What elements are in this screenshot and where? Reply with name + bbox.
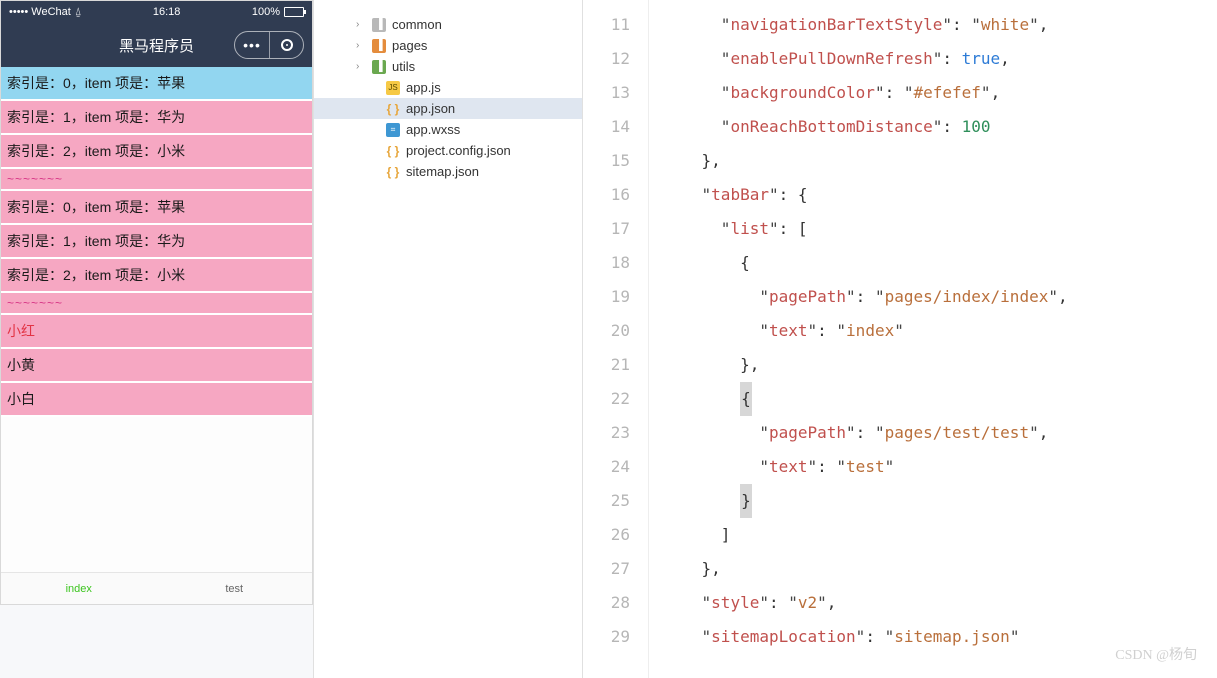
wxss-icon: ⌗ — [386, 123, 400, 137]
code-line[interactable]: ] — [663, 518, 1207, 552]
list-item: ~~~~~~~ — [1, 169, 312, 191]
simulator-pane: ••••• WeChat ⍙ 16:18 100% 黑马程序员 ••• 索引是：… — [0, 0, 313, 678]
code-line[interactable]: { — [663, 246, 1207, 280]
json-icon: { } — [386, 165, 400, 179]
line-number: 15 — [583, 144, 630, 178]
js-icon: JS — [386, 81, 400, 95]
file-sitemap.json[interactable]: { } sitemap.json — [314, 161, 582, 182]
tab-test[interactable]: test — [157, 573, 313, 604]
line-number: 14 — [583, 110, 630, 144]
list-item: ~~~~~~~ — [1, 293, 312, 315]
phone-frame: ••••• WeChat ⍙ 16:18 100% 黑马程序员 ••• 索引是：… — [0, 0, 313, 605]
file-app.js[interactable]: JS app.js — [314, 77, 582, 98]
chevron-right-icon: › — [356, 40, 366, 51]
capsule-close-icon[interactable] — [269, 32, 303, 58]
watermark: CSDN @杨旬 — [1115, 644, 1197, 664]
code-line[interactable]: }, — [663, 144, 1207, 178]
code-line[interactable]: "style": "v2", — [663, 586, 1207, 620]
line-number: 11 — [583, 8, 630, 42]
tab-bar: indextest — [1, 572, 312, 604]
chevron-right-icon: › — [356, 19, 366, 30]
tab-index[interactable]: index — [1, 573, 157, 604]
list-item: 小白 — [1, 383, 312, 417]
line-number: 23 — [583, 416, 630, 450]
line-number: 26 — [583, 518, 630, 552]
file-explorer[interactable]: › ▐ common › ▐ pages › ▐ utils JS app.js { } app.jso… — [313, 0, 583, 678]
code-line[interactable]: "backgroundColor": "#efefef", — [663, 76, 1207, 110]
folder-icon: ▐ — [372, 18, 386, 32]
json-icon: { } — [386, 102, 400, 116]
line-number: 20 — [583, 314, 630, 348]
file-utils[interactable]: › ▐ utils — [314, 56, 582, 77]
line-number: 19 — [583, 280, 630, 314]
list-item: 索引是：0，item 项是：苹果 — [1, 191, 312, 225]
code-line[interactable]: "tabBar": { — [663, 178, 1207, 212]
list-item: 索引是：0，item 项是：苹果 — [1, 67, 312, 101]
file-common[interactable]: › ▐ common — [314, 14, 582, 35]
list-item: 索引是：1，item 项是：华为 — [1, 225, 312, 259]
file-label: common — [392, 17, 442, 32]
list-item: 索引是：1，item 项是：华为 — [1, 101, 312, 135]
code-line[interactable]: "list": [ — [663, 212, 1207, 246]
capsule-menu-icon[interactable]: ••• — [235, 32, 269, 58]
list-item: 小红 — [1, 315, 312, 349]
nav-title: 黑马程序员 — [119, 35, 194, 56]
page-body: 索引是：0，item 项是：苹果索引是：1，item 项是：华为索引是：2，it… — [1, 67, 312, 572]
file-pages[interactable]: › ▐ pages — [314, 35, 582, 56]
file-label: utils — [392, 59, 415, 74]
line-number: 29 — [583, 620, 630, 654]
carrier-label: ••••• WeChat — [9, 6, 71, 18]
line-number: 18 — [583, 246, 630, 280]
line-number: 28 — [583, 586, 630, 620]
code-line[interactable]: } — [663, 484, 1207, 518]
code-line[interactable]: "enablePullDownRefresh": true, — [663, 42, 1207, 76]
line-number: 17 — [583, 212, 630, 246]
code-line[interactable]: "onReachBottomDistance": 100 — [663, 110, 1207, 144]
capsule[interactable]: ••• — [234, 31, 304, 59]
code-line[interactable]: "pagePath": "pages/test/test", — [663, 416, 1207, 450]
code-line[interactable]: "pagePath": "pages/index/index", — [663, 280, 1207, 314]
file-label: pages — [392, 38, 427, 53]
code-line[interactable]: }, — [663, 348, 1207, 382]
code-area[interactable]: "navigationBarTextStyle": "white", "enab… — [649, 0, 1217, 678]
list-item: 索引是：2，item 项是：小米 — [1, 135, 312, 169]
status-bar: ••••• WeChat ⍙ 16:18 100% — [1, 1, 312, 23]
file-label: app.json — [406, 101, 455, 116]
file-app.json[interactable]: { } app.json — [314, 98, 582, 119]
battery-icon — [284, 7, 304, 17]
nav-bar: 黑马程序员 ••• — [1, 23, 312, 67]
file-label: project.config.json — [406, 143, 511, 158]
line-number: 24 — [583, 450, 630, 484]
list-item: 索引是：2，item 项是：小米 — [1, 259, 312, 293]
file-label: app.js — [406, 80, 441, 95]
line-number: 25 — [583, 484, 630, 518]
folder-icon: ▐ — [372, 39, 386, 53]
file-app.wxss[interactable]: ⌗ app.wxss — [314, 119, 582, 140]
line-number: 12 — [583, 42, 630, 76]
list-item: 小黄 — [1, 349, 312, 383]
json-icon: { } — [386, 144, 400, 158]
code-line[interactable]: }, — [663, 552, 1207, 586]
chevron-right-icon: › — [356, 61, 366, 72]
clock: 16:18 — [153, 6, 181, 18]
wifi-icon: ⍙ — [75, 6, 82, 19]
code-editor[interactable]: 11121314151617181920212223242526272829 "… — [583, 0, 1217, 678]
line-number: 13 — [583, 76, 630, 110]
battery-pct: 100% — [252, 6, 280, 18]
file-project.config.json[interactable]: { } project.config.json — [314, 140, 582, 161]
file-label: app.wxss — [406, 122, 460, 137]
folder-icon: ▐ — [372, 60, 386, 74]
line-number: 27 — [583, 552, 630, 586]
code-line[interactable]: "text": "index" — [663, 314, 1207, 348]
line-number: 21 — [583, 348, 630, 382]
code-line[interactable]: "text": "test" — [663, 450, 1207, 484]
line-number: 16 — [583, 178, 630, 212]
code-line[interactable]: "navigationBarTextStyle": "white", — [663, 8, 1207, 42]
line-number: 22 — [583, 382, 630, 416]
code-line[interactable]: { — [663, 382, 1207, 416]
file-label: sitemap.json — [406, 164, 479, 179]
line-number-gutter: 11121314151617181920212223242526272829 — [583, 0, 649, 678]
